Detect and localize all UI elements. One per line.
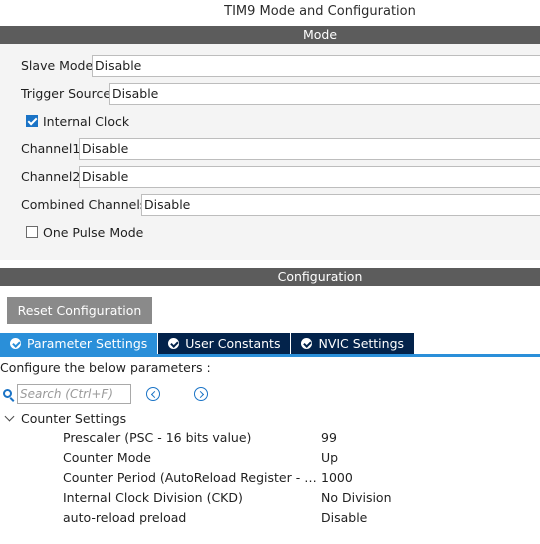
reset-configuration-button[interactable]: Reset Configuration bbox=[7, 297, 152, 324]
mode-panel: Slave Mode Disable Trigger Source Disabl… bbox=[0, 44, 540, 260]
search-icon bbox=[3, 389, 12, 398]
next-match-icon[interactable] bbox=[194, 387, 208, 401]
channel2-label: Channel2 bbox=[21, 169, 81, 184]
param-value[interactable]: 1000 bbox=[321, 468, 353, 488]
internal-clock-row[interactable]: Internal Clock bbox=[26, 112, 129, 130]
param-value[interactable]: Up bbox=[321, 448, 338, 468]
tab-underline bbox=[0, 354, 540, 357]
channel1-select[interactable]: Disable bbox=[79, 138, 540, 160]
check-circle-icon bbox=[168, 338, 180, 349]
slave-mode-label: Slave Mode bbox=[21, 58, 94, 73]
channel2-row: Channel2 Disable bbox=[0, 166, 540, 188]
param-row[interactable]: Internal Clock Division (CKD) No Divisio… bbox=[0, 488, 540, 508]
tab-label: User Constants bbox=[185, 336, 281, 351]
param-value[interactable]: Disable bbox=[321, 508, 367, 528]
param-row[interactable]: auto-reload preload Disable bbox=[0, 508, 540, 528]
slave-mode-row: Slave Mode Disable bbox=[0, 55, 540, 77]
param-value[interactable]: 99 bbox=[321, 428, 337, 448]
param-row[interactable]: Counter Mode Up bbox=[0, 448, 540, 468]
combined-channels-row: Combined Channels Disable bbox=[0, 194, 540, 216]
search-input[interactable] bbox=[17, 384, 131, 404]
configuration-section-header: Configuration bbox=[0, 268, 540, 286]
param-name: Counter Period (AutoReload Register - 16… bbox=[63, 470, 319, 485]
mode-section-header: Mode bbox=[0, 26, 540, 44]
tab-label: Parameter Settings bbox=[27, 336, 148, 351]
trigger-source-select[interactable]: Disable bbox=[109, 83, 540, 105]
internal-clock-label: Internal Clock bbox=[43, 113, 130, 129]
one-pulse-mode-row[interactable]: One Pulse Mode bbox=[26, 223, 143, 241]
tab-nvic-settings[interactable]: NVIC Settings bbox=[291, 333, 415, 354]
counter-settings-group[interactable]: Counter Settings bbox=[4, 409, 126, 427]
param-name: Counter Mode bbox=[63, 450, 151, 465]
tab-label: NVIC Settings bbox=[318, 336, 405, 351]
trigger-source-label: Trigger Source bbox=[21, 86, 112, 101]
one-pulse-mode-checkbox[interactable] bbox=[26, 226, 38, 238]
combined-channels-label: Combined Channels bbox=[21, 197, 147, 212]
param-row[interactable]: Counter Period (AutoReload Register - 16… bbox=[0, 468, 540, 488]
slave-mode-select[interactable]: Disable bbox=[92, 55, 540, 77]
check-circle-icon bbox=[10, 338, 21, 349]
param-name: Internal Clock Division (CKD) bbox=[63, 490, 243, 505]
param-value[interactable]: No Division bbox=[321, 488, 392, 508]
configure-instructions: Configure the below parameters : bbox=[0, 360, 211, 375]
channel1-row: Channel1 Disable bbox=[0, 138, 540, 160]
param-row[interactable]: Prescaler (PSC - 16 bits value) 99 bbox=[0, 428, 540, 448]
previous-match-icon[interactable] bbox=[146, 387, 160, 401]
chevron-down-icon bbox=[4, 411, 15, 421]
combined-channels-select[interactable]: Disable bbox=[141, 194, 540, 216]
check-circle-icon bbox=[301, 338, 313, 349]
param-name: auto-reload preload bbox=[63, 510, 187, 525]
trigger-source-row: Trigger Source Disable bbox=[0, 83, 540, 105]
internal-clock-checkbox[interactable] bbox=[26, 115, 38, 127]
one-pulse-mode-label: One Pulse Mode bbox=[43, 224, 144, 240]
param-name: Prescaler (PSC - 16 bits value) bbox=[63, 430, 252, 445]
config-tabs: Parameter Settings User Constants NVIC S… bbox=[0, 333, 415, 354]
tab-parameter-settings[interactable]: Parameter Settings bbox=[0, 333, 158, 354]
group-label: Counter Settings bbox=[21, 410, 127, 426]
channel1-label: Channel1 bbox=[21, 141, 81, 156]
window-title: TIM9 Mode and Configuration bbox=[224, 4, 416, 19]
tab-user-constants[interactable]: User Constants bbox=[158, 333, 291, 354]
channel2-select[interactable]: Disable bbox=[79, 166, 540, 188]
